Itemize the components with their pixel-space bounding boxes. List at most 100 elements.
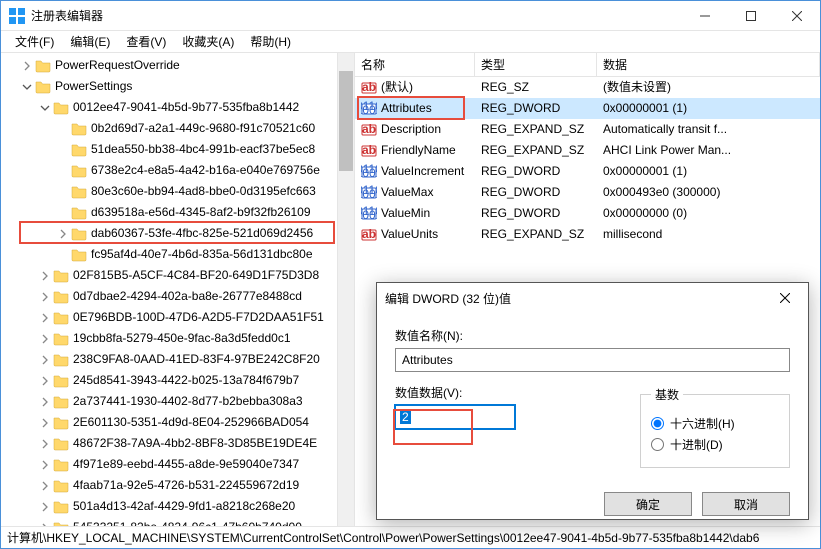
tree-item[interactable]: 51dea550-bb38-4bc4-991b-eacf37be5ec8 [1, 139, 354, 160]
tree-item[interactable]: 02F815B5-A5CF-4C84-BF20-649D1F75D3D8 [1, 265, 354, 286]
tree-label: 02F815B5-A5CF-4C84-BF20-649D1F75D3D8 [73, 265, 319, 286]
list-row[interactable]: 01101001ValueMaxREG_DWORD0x000493e0 (300… [355, 182, 820, 203]
chevron-icon[interactable] [55, 226, 71, 242]
base-legend: 基数 [651, 386, 683, 403]
tree-label: 0b2d69d7-a2a1-449c-9680-f91c70521c60 [91, 118, 315, 139]
folder-icon [53, 457, 69, 473]
folder-icon [71, 205, 87, 221]
dialog-close-button[interactable] [770, 283, 800, 313]
radio-dec-input[interactable] [651, 438, 664, 451]
chevron-icon[interactable] [37, 436, 53, 452]
statusbar-path: 计算机\HKEY_LOCAL_MACHINE\SYSTEM\CurrentCon… [7, 531, 759, 545]
tree-item[interactable]: 4f971e89-eebd-4455-a8de-9e59040e7347 [1, 454, 354, 475]
list-header: 名称 类型 数据 [355, 53, 820, 77]
list-row[interactable]: abValueUnitsREG_EXPAND_SZmillisecond [355, 224, 820, 245]
chevron-icon[interactable] [37, 373, 53, 389]
radio-hex-input[interactable] [651, 417, 664, 430]
menu-file[interactable]: 文件(F) [7, 31, 62, 53]
col-type[interactable]: 类型 [475, 53, 597, 77]
tree-label: dab60367-53fe-4fbc-825e-521d069d2456 [91, 223, 313, 244]
cell-name: 01101001ValueMax [355, 182, 475, 203]
tree-item[interactable]: 4faab71a-92e5-4726-b531-224559672d19 [1, 475, 354, 496]
tree-item[interactable]: PowerRequestOverride [1, 55, 354, 76]
tree-item[interactable]: 80e3c60e-bb94-4ad8-bbe0-0d3195efc663 [1, 181, 354, 202]
chevron-icon[interactable] [55, 121, 71, 137]
value-name-input[interactable] [395, 348, 790, 372]
chevron-icon[interactable] [19, 79, 35, 95]
tree-item[interactable]: 238C9FA8-0AAD-41ED-83F4-97BE242C8F20 [1, 349, 354, 370]
list-row[interactable]: abDescriptionREG_EXPAND_SZAutomatically … [355, 119, 820, 140]
chevron-icon[interactable] [55, 205, 71, 221]
tree-item[interactable]: dab60367-53fe-4fbc-825e-521d069d2456 [1, 223, 354, 244]
svg-text:1001: 1001 [361, 208, 377, 222]
tree-panel[interactable]: PowerRequestOverridePowerSettings0012ee4… [1, 53, 355, 526]
chevron-icon[interactable] [37, 310, 53, 326]
chevron-icon[interactable] [55, 184, 71, 200]
folder-icon [53, 520, 69, 527]
menu-help[interactable]: 帮助(H) [242, 31, 299, 53]
cell-name: 01101001ValueMin [355, 203, 475, 224]
tree-item[interactable]: 2a737441-1930-4402-8d77-b2bebba308a3 [1, 391, 354, 412]
folder-icon [71, 247, 87, 263]
cell-type: REG_DWORD [475, 161, 597, 182]
radio-hex[interactable]: 十六进制(H) [651, 415, 779, 432]
chevron-icon[interactable] [37, 268, 53, 284]
menu-view[interactable]: 查看(V) [118, 31, 174, 53]
chevron-icon[interactable] [55, 163, 71, 179]
cell-data: (数值未设置) [597, 77, 820, 98]
chevron-icon[interactable] [37, 499, 53, 515]
folder-icon [53, 499, 69, 515]
list-row[interactable]: abFriendlyNameREG_EXPAND_SZAHCI Link Pow… [355, 140, 820, 161]
close-button[interactable] [774, 1, 820, 31]
tree-item[interactable]: 19cbb8fa-5279-450e-9fac-8a3d5fedd0c1 [1, 328, 354, 349]
menu-favorites[interactable]: 收藏夹(A) [174, 31, 242, 53]
app-icon [9, 8, 25, 24]
chevron-icon[interactable] [37, 331, 53, 347]
tree-item[interactable]: PowerSettings [1, 76, 354, 97]
value-data-value: 2 [400, 410, 411, 424]
binary-value-icon: 01101001 [361, 101, 377, 117]
tree-scrollbar[interactable] [337, 53, 354, 526]
value-data-input[interactable]: 2 [395, 405, 515, 429]
tree-item[interactable]: 245d8541-3943-4422-b025-13a784f679b7 [1, 370, 354, 391]
chevron-icon[interactable] [37, 478, 53, 494]
tree-item[interactable]: 54533251-82be-4824-96c1-47b60b740d00 [1, 517, 354, 526]
tree-item[interactable]: 0E796BDB-100D-47D6-A2D5-F7D2DAA51F51 [1, 307, 354, 328]
col-data[interactable]: 数据 [597, 53, 820, 77]
tree-item[interactable]: fc95af4d-40e7-4b6d-835a-56d131dbc80e [1, 244, 354, 265]
binary-value-icon: 01101001 [361, 185, 377, 201]
chevron-icon[interactable] [37, 520, 53, 527]
ok-button[interactable]: 确定 [604, 492, 692, 516]
tree-item[interactable]: 501a4d13-42af-4429-9fd1-a8218c268e20 [1, 496, 354, 517]
menu-edit[interactable]: 编辑(E) [62, 31, 118, 53]
list-row[interactable]: ab(默认)REG_SZ(数值未设置) [355, 77, 820, 98]
col-name[interactable]: 名称 [355, 53, 475, 77]
tree-item[interactable]: 0012ee47-9041-4b5d-9b77-535fba8b1442 [1, 97, 354, 118]
chevron-icon[interactable] [37, 289, 53, 305]
dialog-titlebar[interactable]: 编辑 DWORD (32 位)值 [377, 283, 808, 313]
chevron-icon[interactable] [55, 142, 71, 158]
tree-label: 19cbb8fa-5279-450e-9fac-8a3d5fedd0c1 [73, 328, 291, 349]
chevron-icon[interactable] [37, 352, 53, 368]
radio-dec[interactable]: 十进制(D) [651, 436, 779, 453]
tree-item[interactable]: d639518a-e56d-4345-8af2-b9f32fb26109 [1, 202, 354, 223]
list-row[interactable]: 01101001ValueMinREG_DWORD0x00000000 (0) [355, 203, 820, 224]
cancel-button[interactable]: 取消 [702, 492, 790, 516]
maximize-button[interactable] [728, 1, 774, 31]
tree-item[interactable]: 0d7dbae2-4294-402a-ba8e-26777e8488cd [1, 286, 354, 307]
chevron-icon[interactable] [37, 100, 53, 116]
list-row[interactable]: 01101001AttributesREG_DWORD0x00000001 (1… [355, 98, 820, 119]
tree-item[interactable]: 0b2d69d7-a2a1-449c-9680-f91c70521c60 [1, 118, 354, 139]
tree-item[interactable]: 6738e2c4-e8a5-4a42-b16a-e040e769756e [1, 160, 354, 181]
tree-item[interactable]: 2E601130-5351-4d9d-8E04-252966BAD054 [1, 412, 354, 433]
scroll-thumb[interactable] [339, 71, 353, 171]
chevron-icon[interactable] [55, 247, 71, 263]
chevron-icon[interactable] [19, 58, 35, 74]
chevron-icon[interactable] [37, 457, 53, 473]
chevron-icon[interactable] [37, 415, 53, 431]
tree-item[interactable]: 48672F38-7A9A-4bb2-8BF8-3D85BE19DE4E [1, 433, 354, 454]
minimize-button[interactable] [682, 1, 728, 31]
list-row[interactable]: 01101001ValueIncrementREG_DWORD0x0000000… [355, 161, 820, 182]
statusbar: 计算机\HKEY_LOCAL_MACHINE\SYSTEM\CurrentCon… [1, 526, 820, 548]
chevron-icon[interactable] [37, 394, 53, 410]
